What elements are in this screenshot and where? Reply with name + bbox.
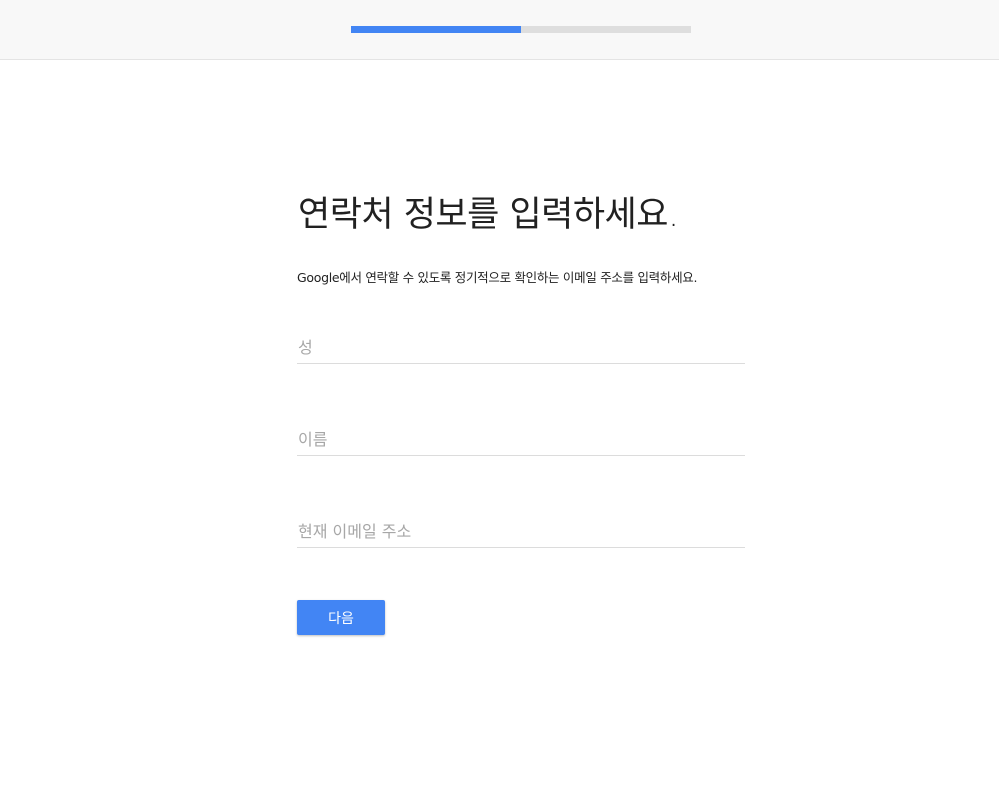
first-name-field (297, 425, 747, 456)
last-name-input[interactable] (297, 333, 747, 361)
progress-bar-fill (351, 26, 521, 33)
first-name-input[interactable] (297, 425, 747, 453)
header-bar (0, 0, 999, 60)
email-input[interactable] (297, 517, 747, 545)
next-button[interactable]: 다음 (297, 600, 385, 635)
page-title: 연락처 정보를 입력하세요. (298, 195, 679, 235)
progress-bar (351, 26, 691, 33)
last-name-field (297, 333, 747, 364)
email-field (297, 517, 747, 548)
page-subtitle: Google에서 연락할 수 있도록 정기적으로 확인하는 이메일 주소를 입력… (297, 270, 698, 285)
